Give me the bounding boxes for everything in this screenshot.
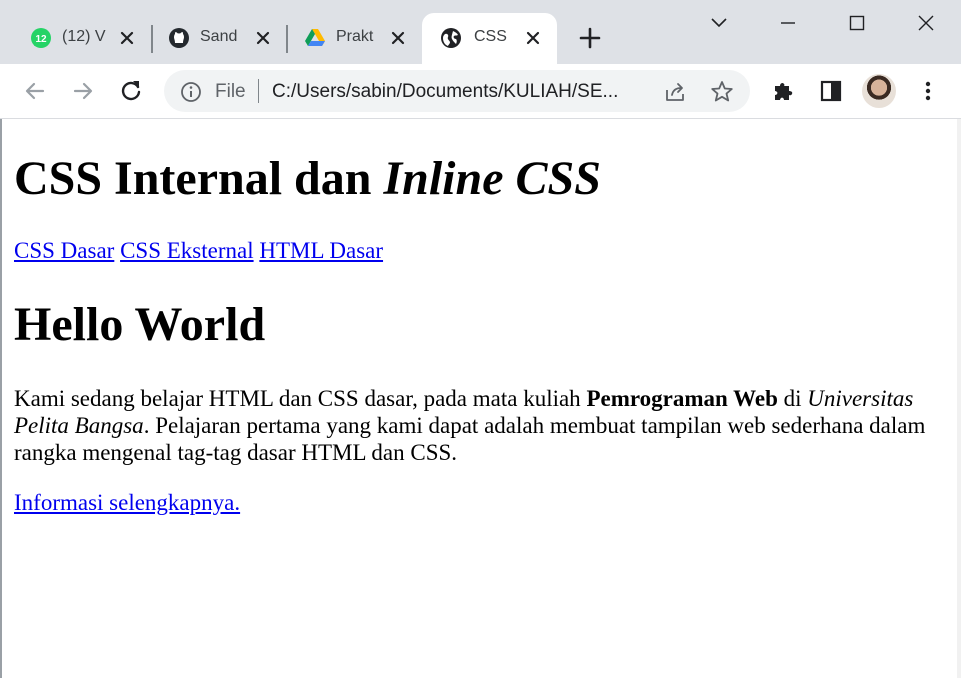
window-right-edge bbox=[957, 119, 961, 678]
maximize-icon[interactable] bbox=[842, 8, 872, 38]
tab-whatsapp[interactable]: 12 (12) V bbox=[10, 13, 152, 64]
reload-icon[interactable] bbox=[117, 77, 145, 105]
globe-icon bbox=[441, 28, 461, 48]
share-icon[interactable] bbox=[662, 79, 688, 105]
window-left-edge bbox=[0, 119, 2, 678]
extensions-puzzle-icon[interactable] bbox=[770, 77, 798, 105]
close-icon[interactable] bbox=[524, 29, 542, 47]
more-info-link[interactable]: Informasi selengkapnya. bbox=[14, 489, 240, 517]
page-title: CSS Internal dan Inline CSS bbox=[14, 151, 601, 207]
whatsapp-icon: 12 bbox=[31, 28, 51, 48]
window-close-icon[interactable] bbox=[911, 8, 941, 38]
close-icon[interactable] bbox=[118, 29, 136, 47]
tab-title: (12) V bbox=[62, 28, 106, 45]
address-bar[interactable]: File C:/Users/sabin/Documents/KULIAH/SE.… bbox=[164, 70, 750, 112]
url-text[interactable]: C:/Users/sabin/Documents/KULIAH/SE... bbox=[272, 81, 652, 103]
tab-title: CSS I bbox=[474, 28, 512, 45]
page-title-plain: CSS Internal dan bbox=[14, 152, 384, 205]
paragraph-text: di bbox=[777, 386, 808, 411]
page-title-italic: Inline CSS bbox=[383, 152, 601, 205]
scheme-label: File bbox=[215, 81, 246, 102]
close-icon[interactable] bbox=[389, 29, 407, 47]
profile-avatar[interactable] bbox=[862, 74, 896, 108]
whatsapp-badge: 12 bbox=[35, 34, 47, 45]
forward-arrow-icon[interactable] bbox=[69, 77, 97, 105]
link-html-dasar[interactable]: HTML Dasar bbox=[259, 238, 383, 263]
new-tab-icon[interactable] bbox=[577, 25, 603, 51]
tab-title: Prakt bbox=[336, 28, 374, 45]
browser-toolbar: File C:/Users/sabin/Documents/KULIAH/SE.… bbox=[0, 64, 961, 119]
omnibox-separator bbox=[258, 79, 259, 103]
side-panel-icon[interactable] bbox=[817, 77, 845, 105]
back-arrow-icon[interactable] bbox=[21, 77, 49, 105]
paragraph-bold: Pemrograman Web bbox=[586, 386, 778, 411]
nav-links: CSS Dasar CSS Eksternal HTML Dasar bbox=[14, 237, 383, 265]
info-icon[interactable] bbox=[179, 80, 203, 104]
tab-title: Sand bbox=[200, 28, 238, 45]
close-icon[interactable] bbox=[254, 29, 272, 47]
tab-github[interactable]: Sand bbox=[148, 13, 286, 64]
github-icon bbox=[169, 28, 189, 48]
chevron-down-icon[interactable] bbox=[704, 8, 734, 38]
minimize-icon[interactable] bbox=[773, 8, 803, 38]
page-content: CSS Internal dan Inline CSS CSS Dasar CS… bbox=[0, 119, 961, 678]
tab-css-active[interactable]: CSS I bbox=[422, 13, 557, 64]
tab-google-drive[interactable]: Prakt bbox=[284, 13, 422, 64]
intro-paragraph: Kami sedang belajar HTML dan CSS dasar, … bbox=[14, 385, 934, 466]
hello-heading: Hello World bbox=[14, 298, 266, 351]
tab-strip: 12 (12) V Sand Prakt CSS I bbox=[0, 0, 961, 64]
paragraph-text: Kami sedang belajar HTML dan CSS dasar, … bbox=[14, 386, 587, 411]
star-icon[interactable] bbox=[709, 79, 735, 105]
more-options-icon[interactable] bbox=[914, 77, 942, 105]
link-css-eksternal[interactable]: CSS Eksternal bbox=[120, 238, 254, 263]
link-css-dasar[interactable]: CSS Dasar bbox=[14, 238, 114, 263]
google-drive-icon bbox=[305, 29, 325, 46]
paragraph-text: . Pelajaran pertama yang kami dapat adal… bbox=[14, 413, 926, 465]
